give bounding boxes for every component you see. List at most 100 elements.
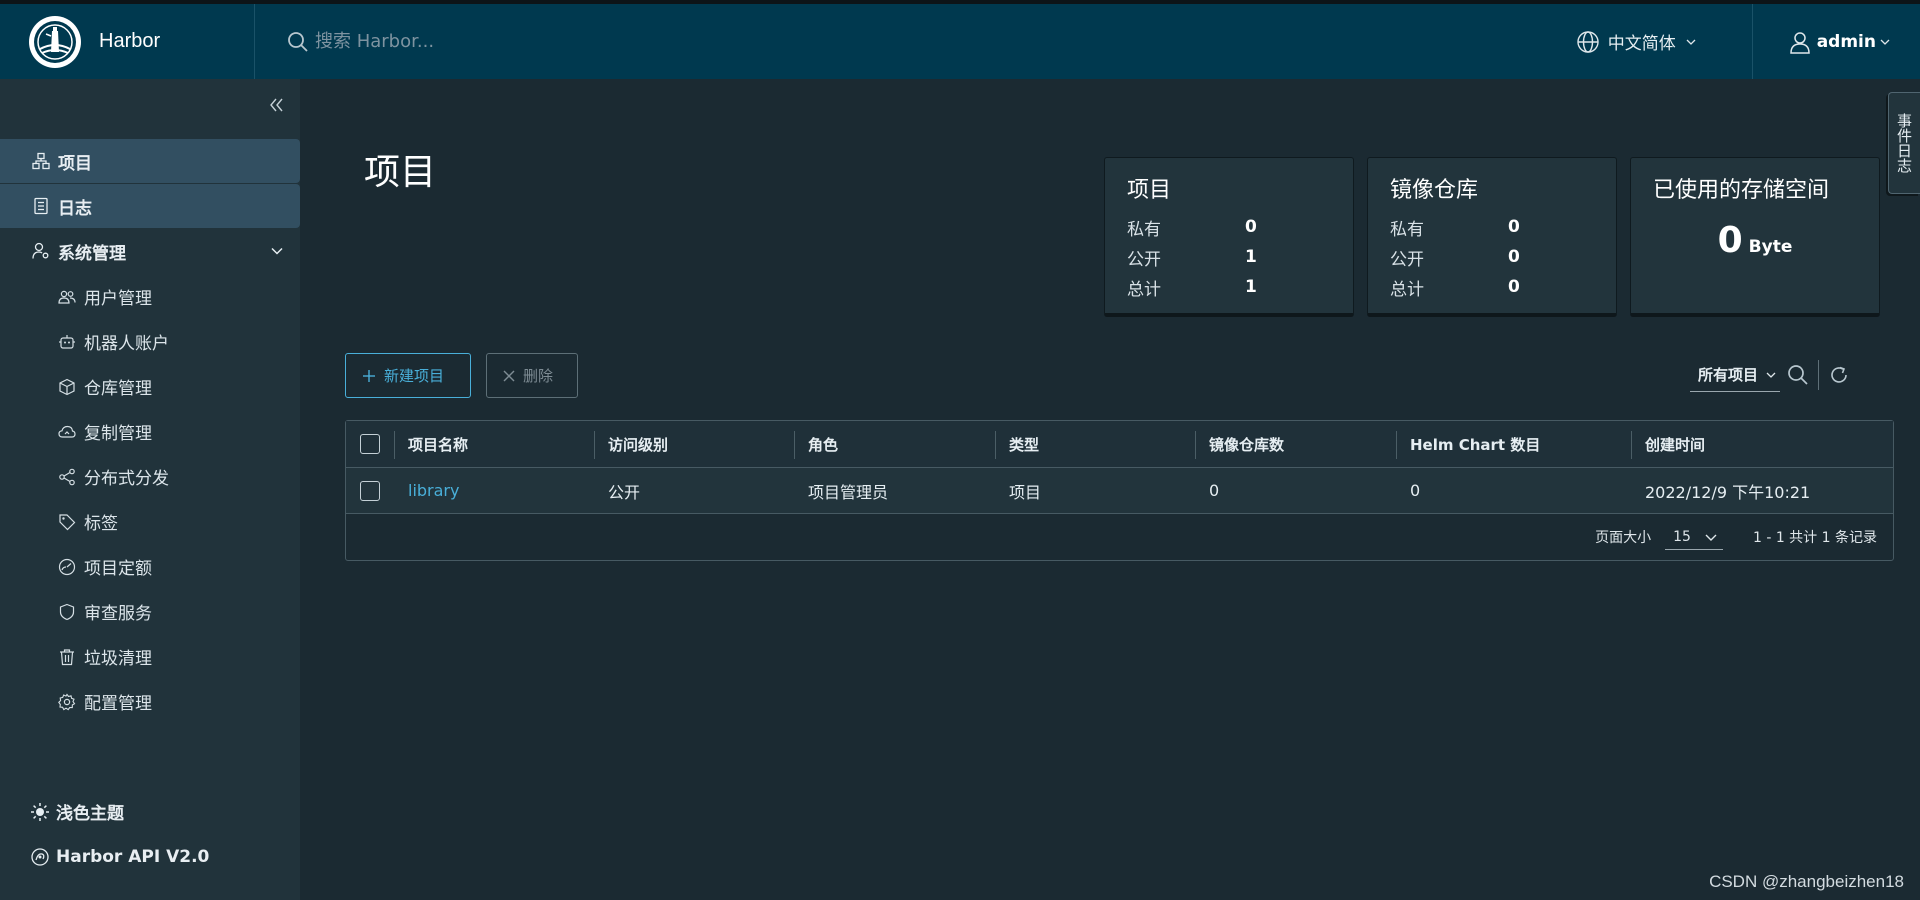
table-header: 项目名称 访问级别 角色 类型 镜像仓库数 Helm Chart 数目 创建时间 [346,421,1893,468]
language-selector[interactable]: 中文简体 [1576,4,1753,79]
sidebar-item-users[interactable]: 用户管理 [0,274,300,319]
api-label: Harbor API V2.0 [56,846,210,867]
refresh-button[interactable] [1825,361,1853,389]
globe-icon [1577,30,1599,53]
theme-label: 浅色主题 [56,804,124,824]
registry-icon [58,378,76,396]
project-filter-select[interactable]: 所有项目 [1690,358,1781,392]
select-all-checkbox[interactable] [360,434,380,454]
sun-icon [30,802,50,822]
sidebar: 项目 日志 系统管理 用户管理 机器人账户 仓库管理 复制管理 分布式分发 标签… [0,79,300,900]
pagination-summary: 1 - 1 共计 1 条记录 [1752,530,1877,546]
card-row-key: 私有 [1127,219,1161,240]
card-row-key: 私有 [1390,219,1424,240]
close-icon [503,370,515,382]
language-label: 中文简体 [1607,34,1676,54]
collapse-sidebar-button[interactable] [264,93,288,117]
column-header-access[interactable]: 访问级别 [594,421,794,467]
column-header-created[interactable]: 创建时间 [1631,421,1893,467]
storage-value: 0 Byte [1653,220,1857,261]
card-row-value: 0 [1508,277,1520,297]
repo-count-cell: 0 [1209,481,1220,500]
gear-icon [58,693,76,711]
created-time-cell: 2022/12/9 下午10:21 [1645,482,1811,502]
card-row-key: 公开 [1390,249,1424,270]
sidebar-item-gc[interactable]: 垃圾清理 [0,634,300,679]
username: admin [1816,31,1876,52]
user-icon [1789,31,1810,54]
table-search-button[interactable] [1784,361,1812,389]
global-search [255,29,1576,55]
card-row-value: 0 [1245,217,1257,237]
card-row: 私有 0 [1390,212,1594,242]
sidebar-item-configuration[interactable]: 配置管理 [0,679,300,724]
sidebar-item-labels[interactable]: 标签 [0,499,300,544]
table-row[interactable]: library 公开 项目管理员 项目 0 0 2022/12/9 下午10:2… [346,468,1893,514]
sidebar-item-projects[interactable]: 项目 [0,139,300,183]
sidebar-item-label: 垃圾清理 [84,649,152,669]
sidebar-item-quotas[interactable]: 项目定额 [0,544,300,589]
storage-unit: Byte [1748,237,1793,257]
search-icon [1788,365,1808,385]
row-checkbox[interactable] [360,480,380,501]
card-row-key: 总计 [1127,279,1161,300]
sidebar-item-replications[interactable]: 复制管理 [0,409,300,454]
page-title: 项目 [364,152,437,193]
main-content: 项目 项目 私有 0 公开 1 总计 1 镜像仓库 私有 0 公开 0 总计 0 [300,79,1920,900]
sidebar-item-robot-accounts[interactable]: 机器人账户 [0,319,300,364]
cloud-icon [58,423,76,441]
chevron-down-icon [1766,372,1776,378]
column-header-repo-count[interactable]: 镜像仓库数 [1195,421,1396,467]
project-link[interactable]: library [408,481,459,500]
sidebar-item-label: 机器人账户 [84,334,169,354]
card-row: 公开 1 [1127,242,1331,272]
sidebar-item-label: 仓库管理 [84,379,152,399]
card-row: 总计 0 [1390,272,1594,302]
sidebar-item-label: 复制管理 [84,424,152,444]
sidebar-item-interrogation[interactable]: 审查服务 [0,589,300,634]
delete-label: 删除 [523,367,554,385]
delete-button[interactable]: 删除 [486,353,578,398]
column-header-helm-count[interactable]: Helm Chart 数目 [1396,421,1631,467]
projects-summary-card: 项目 私有 0 公开 1 总计 1 [1104,157,1354,317]
chevron-down-icon [1880,39,1890,45]
brand[interactable]: Harbor [0,4,255,79]
api-icon [30,847,50,867]
sidebar-item-registries[interactable]: 仓库管理 [0,364,300,409]
type-cell: 项目 [1009,482,1042,502]
card-row-value: 1 [1245,277,1257,297]
card-row-key: 总计 [1390,279,1424,300]
sidebar-item-logs[interactable]: 日志 [0,184,300,228]
theme-toggle[interactable]: 浅色主题 [0,789,300,834]
storage-summary-card: 已使用的存储空间 0 Byte [1630,157,1880,317]
new-project-button[interactable]: 新建项目 [345,353,471,398]
card-row: 公开 0 [1390,242,1594,272]
role-cell: 项目管理员 [808,482,889,502]
column-header-name[interactable]: 项目名称 [394,421,594,467]
sidebar-item-label: 用户管理 [84,289,152,309]
column-header-role[interactable]: 角色 [794,421,995,467]
repositories-summary-card: 镜像仓库 私有 0 公开 0 总计 0 [1367,157,1617,317]
shield-icon [58,603,76,621]
share-icon [58,468,76,486]
sidebar-group-admin[interactable]: 系统管理 [0,229,300,273]
card-row: 私有 0 [1127,212,1331,242]
card-title: 已使用的存储空间 [1653,178,1830,203]
card-title: 镜像仓库 [1390,178,1479,203]
chevron-down-icon [271,247,283,255]
projects-icon [32,152,50,170]
sidebar-item-distributions[interactable]: 分布式分发 [0,454,300,499]
sidebar-item-label: 审查服务 [84,604,152,624]
api-link[interactable]: Harbor API V2.0 [0,834,300,879]
user-menu[interactable]: admin [1753,29,1920,55]
page-size-value: 15 [1673,528,1691,545]
card-row-value: 0 [1508,247,1520,267]
search-input[interactable] [313,30,713,53]
sidebar-item-label: 分布式分发 [84,469,169,489]
sidebar-item-label: 配置管理 [84,694,152,714]
select-all-cell [346,421,394,467]
event-log-tab[interactable]: 事件日志 [1888,92,1920,194]
column-header-type[interactable]: 类型 [995,421,1195,467]
page-size-select[interactable]: 15 [1665,525,1723,550]
sidebar-footer: 浅色主题 Harbor API V2.0 [0,789,300,879]
